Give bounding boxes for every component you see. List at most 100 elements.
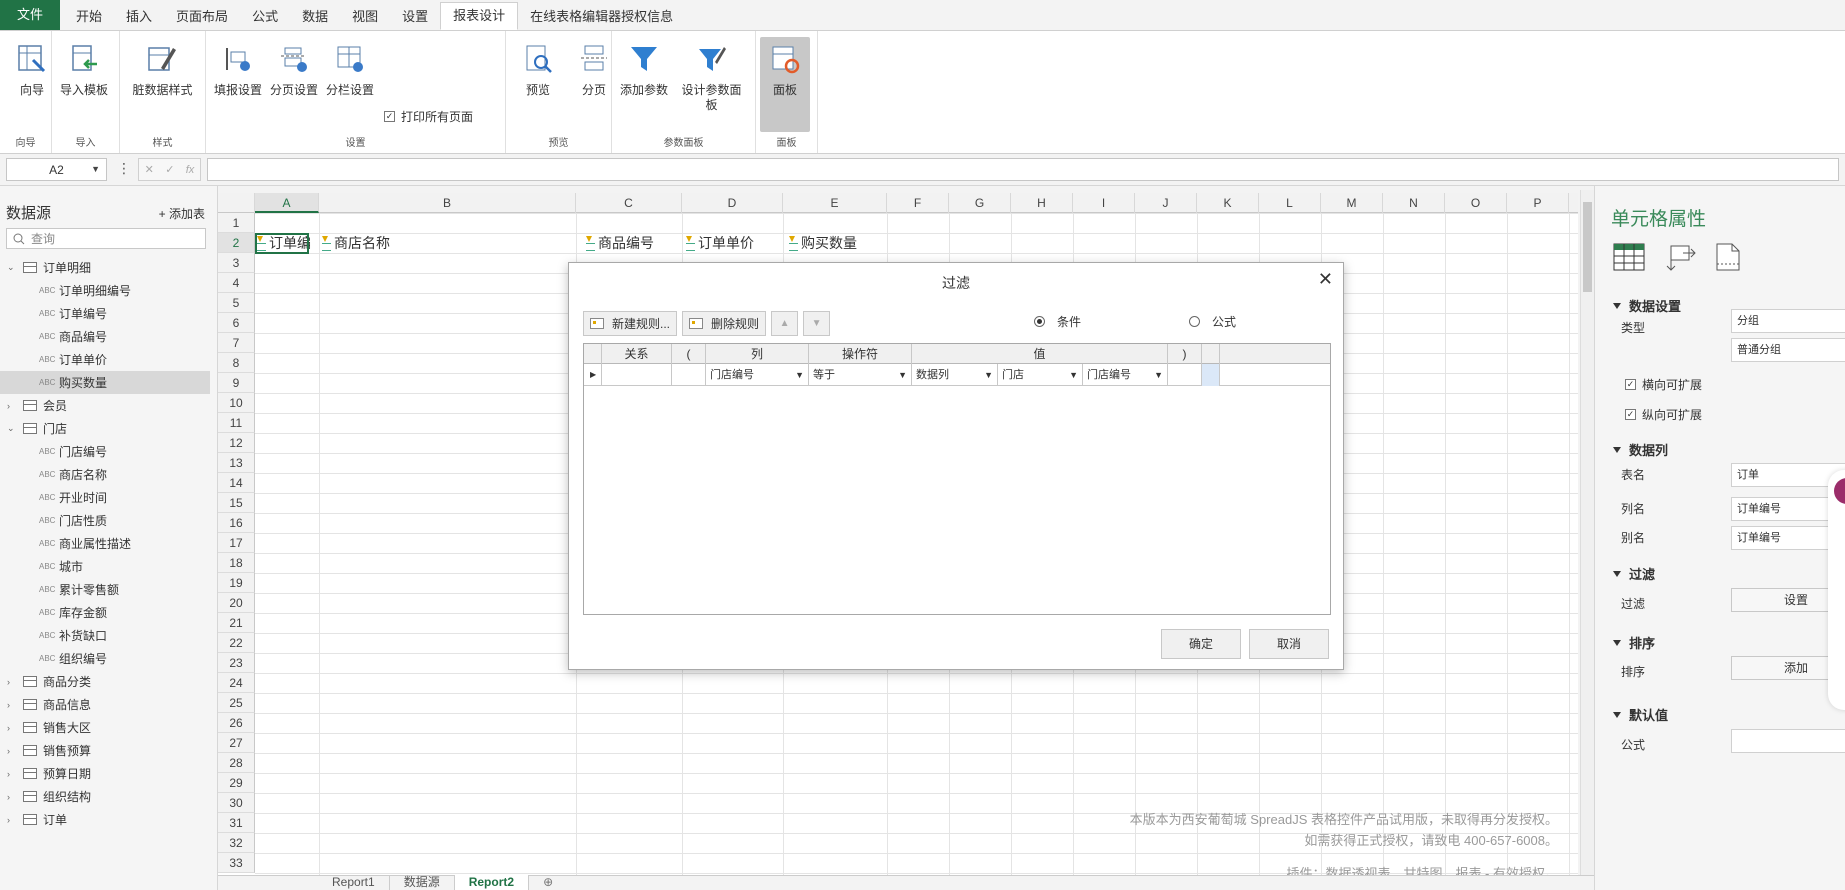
row-header-6[interactable]: 6 xyxy=(218,313,255,333)
tab-view[interactable]: 视图 xyxy=(340,4,390,30)
row-header-15[interactable]: 15 xyxy=(218,493,255,513)
row-header-14[interactable]: 14 xyxy=(218,473,255,493)
column-header-g[interactable]: G xyxy=(949,193,1011,213)
row-header-3[interactable]: 3 xyxy=(218,253,255,273)
close-icon[interactable]: ✕ xyxy=(1318,269,1333,290)
rule-right-paren-cell[interactable] xyxy=(1168,364,1202,386)
corner-select-all[interactable] xyxy=(218,193,255,213)
rule-value-table-dropdown[interactable]: 门店 ▼ xyxy=(998,364,1083,386)
row-header-10[interactable]: 10 xyxy=(218,393,255,413)
page-icon[interactable] xyxy=(1715,242,1741,272)
tab-license-info[interactable]: 在线表格编辑器授权信息 xyxy=(518,4,685,30)
column-header-l[interactable]: L xyxy=(1259,193,1321,213)
radio-formula[interactable]: 公式 xyxy=(1189,313,1236,330)
row-header-29[interactable]: 29 xyxy=(218,773,255,793)
column-header-n[interactable]: N xyxy=(1383,193,1445,213)
formula-input[interactable] xyxy=(207,158,1839,181)
panel-button[interactable]: 面板 xyxy=(760,37,810,132)
column-header-k[interactable]: K xyxy=(1197,193,1259,213)
column-header-i[interactable]: I xyxy=(1073,193,1135,213)
tree-field[interactable]: ABC 订单明细编号 xyxy=(0,279,217,302)
row-header-4[interactable]: 4 xyxy=(218,273,255,293)
group-type-select[interactable]: 普通分组 xyxy=(1731,338,1845,362)
column-header-e[interactable]: E xyxy=(783,193,887,213)
section-data-column[interactable]: 数据列 xyxy=(1613,440,1668,459)
tree-table[interactable]: › 商品分类 xyxy=(0,670,217,693)
tab-report-design[interactable]: 报表设计 xyxy=(440,2,519,30)
row-header-31[interactable]: 31 xyxy=(218,813,255,833)
section-data-settings[interactable]: 数据设置 xyxy=(1613,296,1681,315)
row-header-12[interactable]: 12 xyxy=(218,433,255,453)
add-table-button[interactable]: + 添加表 xyxy=(159,205,205,222)
assistant-floating-widget[interactable] xyxy=(1828,470,1845,710)
column-header-b[interactable]: B xyxy=(319,193,576,213)
tree-table[interactable]: › 组织结构 xyxy=(0,785,217,808)
tree-table[interactable]: › 订单 xyxy=(0,808,217,831)
sheet-tab-datasource[interactable]: 数据源 xyxy=(390,875,455,890)
row-header-7[interactable]: 7 xyxy=(218,333,255,353)
row-header-23[interactable]: 23 xyxy=(218,653,255,673)
rule-operator-dropdown[interactable]: 等于 ▼ xyxy=(809,364,912,386)
sheet-tab-report1[interactable]: Report1 xyxy=(318,875,390,890)
row-header-11[interactable]: 11 xyxy=(218,413,255,433)
vertical-expand-checkbox[interactable]: ✓ 纵向可扩展 xyxy=(1625,406,1702,423)
tree-field[interactable]: ABC 商业属性描述 xyxy=(0,532,217,555)
tree-table[interactable]: › 销售大区 xyxy=(0,716,217,739)
rule-value-column-dropdown[interactable]: 门店编号 ▼ xyxy=(1083,364,1168,386)
row-header-24[interactable]: 24 xyxy=(218,673,255,693)
tab-file[interactable]: 文件 xyxy=(0,0,61,30)
row-header-22[interactable]: 22 xyxy=(218,633,255,653)
radio-condition[interactable]: 条件 xyxy=(1034,313,1081,330)
fx-label[interactable]: fx xyxy=(186,164,195,176)
name-box[interactable]: A2 ▼ xyxy=(6,158,107,181)
row-header-27[interactable]: 27 xyxy=(218,733,255,753)
cell-c2[interactable]: 商品编号 xyxy=(585,233,654,253)
row-header-21[interactable]: 21 xyxy=(218,613,255,633)
tree-field[interactable]: ABC 库存金额 xyxy=(0,601,217,624)
tab-insert[interactable]: 插入 xyxy=(114,4,164,30)
rule-column-dropdown[interactable]: 门店编号 ▼ xyxy=(706,364,809,386)
tree-field[interactable]: ABC 门店性质 xyxy=(0,509,217,532)
add-sheet-icon[interactable]: ⊕ xyxy=(529,875,567,890)
column-header-p[interactable]: P xyxy=(1507,193,1569,213)
default-formula-input[interactable] xyxy=(1731,729,1845,753)
row-header-17[interactable]: 17 xyxy=(218,533,255,553)
cancel-icon[interactable]: ✕ xyxy=(145,163,154,176)
rule-row[interactable]: ▶ 门店编号 ▼ 等于 ▼ 数据列 ▼ 门店 ▼ 门店编号 ▼ xyxy=(584,364,1330,386)
cell-b2[interactable]: 商店名称 xyxy=(321,233,390,253)
tab-settings[interactable]: 设置 xyxy=(390,4,440,30)
tab-data[interactable]: 数据 xyxy=(290,4,340,30)
sheet-tab-report2[interactable]: Report2 xyxy=(454,875,530,890)
new-rule-button[interactable]: 新建规则... xyxy=(583,311,678,336)
row-header-25[interactable]: 25 xyxy=(218,693,255,713)
rule-left-paren-cell[interactable] xyxy=(672,364,706,386)
move-down-icon[interactable]: ▼ xyxy=(803,311,831,336)
section-default-value[interactable]: 默认值 xyxy=(1613,705,1668,724)
tree-field[interactable]: ABC 组织编号 xyxy=(0,647,217,670)
row-header-2[interactable]: 2 xyxy=(218,233,255,253)
section-filter[interactable]: 过滤 xyxy=(1613,564,1655,583)
column-header-o[interactable]: O xyxy=(1445,193,1507,213)
type-select[interactable]: 分组 xyxy=(1731,309,1845,333)
tree-table[interactable]: › 销售预算 xyxy=(0,739,217,762)
tree-field[interactable]: ABC 开业时间 xyxy=(0,486,217,509)
cell-e2[interactable]: 购买数量 xyxy=(788,233,857,253)
row-header-33[interactable]: 33 xyxy=(218,853,255,873)
datasource-search-input[interactable]: 查询 xyxy=(6,228,206,249)
vertical-scrollbar[interactable] xyxy=(1580,190,1594,875)
tree-table-store[interactable]: ⌄ 门店 xyxy=(0,417,217,440)
row-header-20[interactable]: 20 xyxy=(218,593,255,613)
tab-home[interactable]: 开始 xyxy=(64,4,114,30)
row-header-1[interactable]: 1 xyxy=(218,213,255,233)
tree-field[interactable]: ABC 商品编号 xyxy=(0,325,217,348)
scrollbar-thumb[interactable] xyxy=(1583,202,1592,292)
row-header-19[interactable]: 19 xyxy=(218,573,255,593)
column-header-f[interactable]: F xyxy=(887,193,949,213)
rule-relation-cell[interactable] xyxy=(602,364,672,386)
tree-field[interactable]: ABC 订单单价 xyxy=(0,348,217,371)
tree-field[interactable]: ABC 门店编号 xyxy=(0,440,217,463)
tab-page-layout[interactable]: 页面布局 xyxy=(164,4,240,30)
delete-rule-button[interactable]: 删除规则 xyxy=(682,311,767,336)
tree-field-selected[interactable]: ABC 购买数量 xyxy=(0,371,210,394)
tree-field[interactable]: ABC 订单编号 xyxy=(0,302,217,325)
